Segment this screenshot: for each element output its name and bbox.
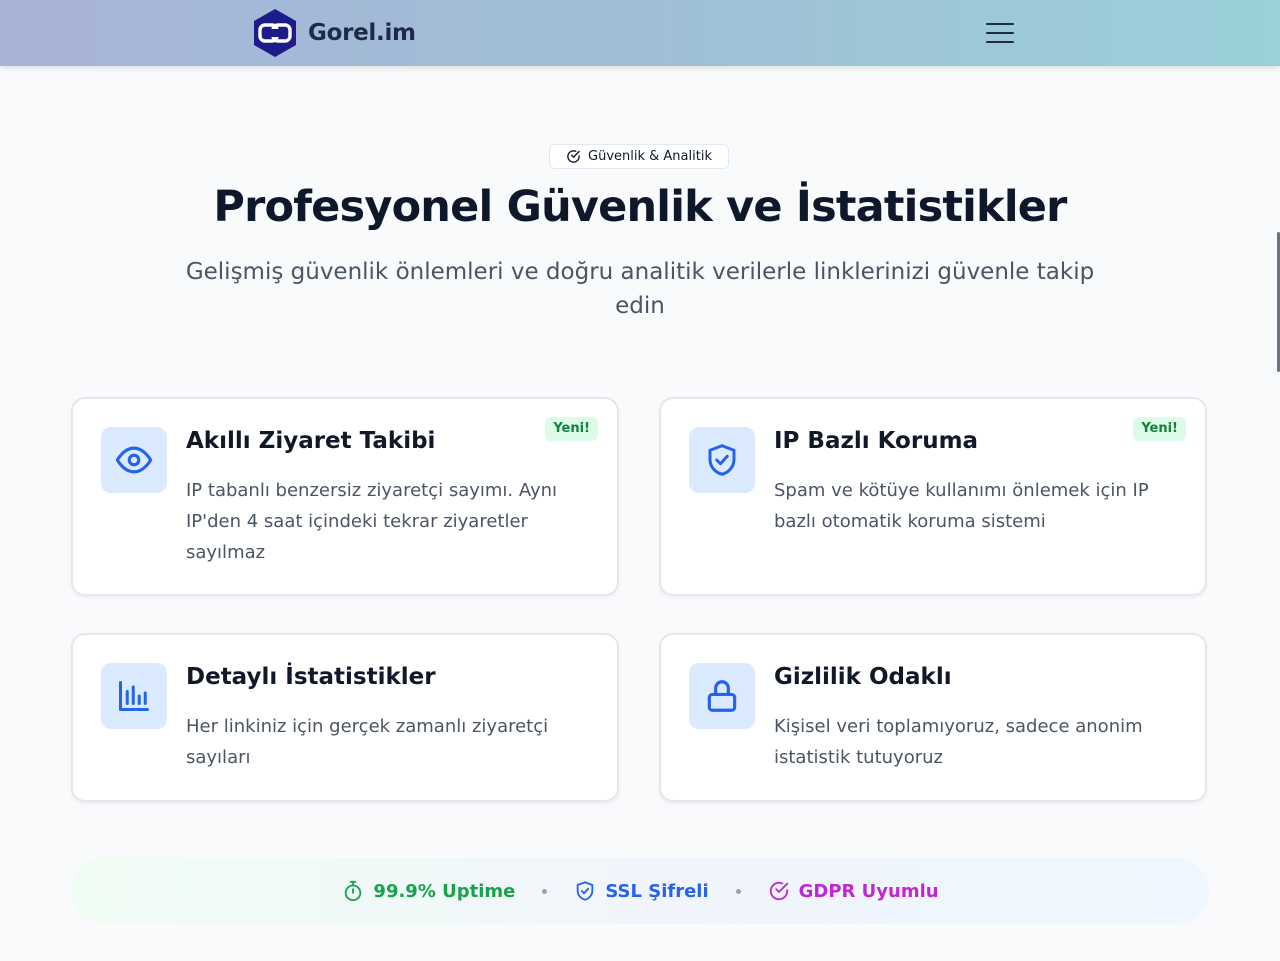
shield-icon	[577, 881, 594, 901]
feature-description: Kişisel veri toplamıyoruz, sadece anonim…	[774, 716, 1143, 768]
check-circle-icon	[567, 150, 580, 163]
page-title: Profesyonel Güvenlik ve İstatistikler	[213, 182, 1067, 232]
stats-bar: 99.9% Uptime SSL Şifreli GDPR Uyumlu	[72, 858, 1209, 924]
feature-title: Detaylı İstatistikler	[186, 664, 436, 690]
feature-card-ip-protection: IP Bazlı Koruma Spam ve kötüye kullanımı…	[659, 397, 1207, 596]
bar-chart-icon	[119, 681, 149, 711]
hamburger-icon-line	[986, 32, 1014, 34]
section-badge-label: Güvenlik & Analitik	[588, 149, 712, 164]
feature-icon-box	[689, 663, 755, 729]
hamburger-icon	[986, 23, 1014, 25]
stopwatch-icon	[345, 880, 362, 902]
stat-uptime: 99.9% Uptime	[342, 880, 515, 902]
page-subtitle: Gelişmiş güvenlik önlemleri ve doğru ana…	[185, 259, 1095, 319]
hamburger-icon-line	[986, 41, 1014, 43]
stat-gdpr: GDPR Uyumlu	[768, 880, 939, 902]
feature-card-privacy: Gizlilik Odaklı Kişisel veri toplamıyoru…	[659, 633, 1207, 802]
logo-link[interactable]: Gorel.im	[251, 8, 416, 58]
eye-icon	[115, 446, 153, 474]
section-badge: Güvenlik & Analitik	[549, 144, 729, 169]
brand-name: Gorel.im	[308, 20, 416, 46]
feature-title: Akıllı Ziyaret Takibi	[186, 428, 436, 454]
feature-title: Gizlilik Odaklı	[774, 664, 952, 690]
feature-icon-box	[101, 427, 167, 493]
feature-card-statistics: Detaylı İstatistikler Her linkiniz için …	[71, 633, 619, 802]
feature-icon-box	[101, 663, 167, 729]
feature-description: IP tabanlı benzersiz ziyaretçi sayımı. A…	[186, 480, 558, 563]
menu-button[interactable]	[984, 20, 1016, 46]
feature-card-visit-tracking: Akıllı Ziyaret Takibi IP tabanlı benzers…	[71, 397, 619, 596]
feature-description: Her linkiniz için gerçek zamanlı ziyaret…	[186, 716, 549, 768]
lock-icon	[707, 680, 737, 712]
separator-dot	[735, 888, 741, 894]
shield-check-icon	[708, 444, 736, 476]
site-header: Gorel.im	[0, 0, 1280, 66]
new-badge: Yeni!	[1133, 417, 1186, 441]
feature-title: IP Bazlı Koruma	[774, 428, 979, 454]
stat-label: GDPR Uyumlu	[798, 880, 939, 902]
new-badge: Yeni!	[545, 417, 598, 441]
check-circle-icon	[769, 881, 788, 901]
stat-ssl: SSL Şifreli	[574, 880, 709, 902]
stat-label: 99.9% Uptime	[373, 880, 516, 902]
logo-icon	[254, 9, 296, 57]
separator-dot	[542, 888, 548, 894]
feature-description: Spam ve kötüye kullanımı önlemek için IP…	[774, 480, 1149, 532]
feature-icon-box	[689, 427, 755, 493]
stat-label: SSL Şifreli	[605, 880, 709, 902]
